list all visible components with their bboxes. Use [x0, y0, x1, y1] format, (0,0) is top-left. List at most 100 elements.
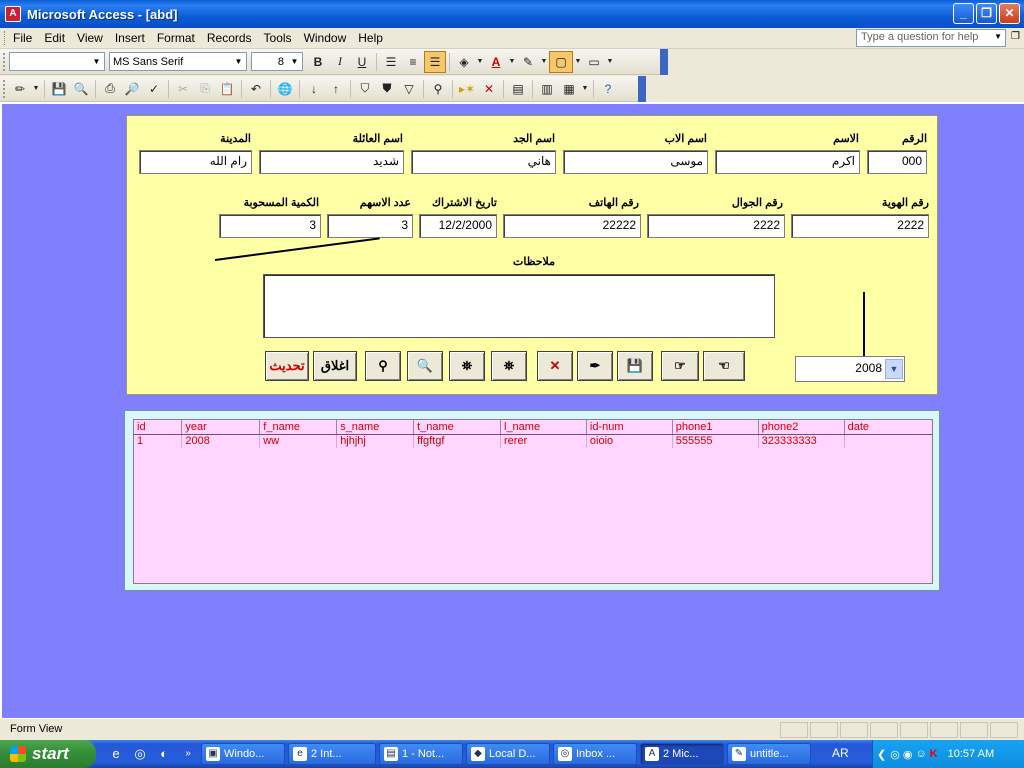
column-header[interactable]: l_name: [500, 420, 587, 435]
chevron-down-icon[interactable]: ▼: [475, 51, 485, 73]
menu-window[interactable]: Window: [298, 31, 353, 45]
menu-insert[interactable]: Insert: [109, 31, 151, 45]
italic-button[interactable]: I: [329, 51, 351, 73]
close-button[interactable]: ✕: [999, 3, 1020, 24]
records-datasheet[interactable]: id year f_name s_name t_name l_name id-n…: [133, 419, 933, 584]
preview-button[interactable]: 🔍: [407, 351, 443, 381]
font-color-icon[interactable]: A: [485, 51, 507, 73]
table-cell[interactable]: 555555: [672, 434, 759, 448]
table-cell[interactable]: [844, 434, 932, 448]
border-icon[interactable]: ▢: [549, 50, 573, 73]
copy-icon[interactable]: ⎘: [194, 78, 216, 100]
save-record-button[interactable]: 💾: [617, 351, 653, 381]
help-icon[interactable]: ?: [597, 78, 619, 100]
column-header[interactable]: date: [844, 420, 932, 435]
subscription-date-field[interactable]: 12/2/2000: [419, 214, 497, 238]
year-combo[interactable]: 2008 ▼: [795, 356, 905, 382]
sort-descending-icon[interactable]: ↑: [325, 78, 347, 100]
task-windows[interactable]: ▣ Windo...: [201, 743, 285, 765]
clock[interactable]: 10:57 AM: [948, 748, 994, 760]
font-size-combo[interactable]: 8 ▼: [251, 52, 303, 71]
city-field[interactable]: رام الله: [139, 150, 252, 174]
table-cell[interactable]: 2008: [181, 434, 261, 448]
tray-collapse-icon[interactable]: ❮: [877, 748, 886, 761]
paste-icon[interactable]: 📋: [216, 78, 238, 100]
align-center-icon[interactable]: ≡: [402, 51, 424, 73]
tray-antivirus-icon[interactable]: K: [930, 748, 938, 760]
find-next-button[interactable]: ⛯: [491, 351, 527, 381]
line-width-icon[interactable]: ▭: [583, 51, 605, 73]
father-name-field[interactable]: موسى: [563, 150, 708, 174]
chevron-down-icon[interactable]: ▼: [539, 51, 549, 73]
apply-filter-icon[interactable]: ▽: [398, 78, 420, 100]
minimize-button[interactable]: _: [953, 3, 974, 24]
font-name-combo[interactable]: MS Sans Serif ▼: [109, 52, 247, 71]
properties-icon[interactable]: ▤: [507, 78, 529, 100]
quicklaunch-more-icon[interactable]: »: [178, 744, 198, 764]
find-icon[interactable]: ⚲: [427, 78, 449, 100]
chevron-down-icon[interactable]: ▼: [90, 54, 103, 69]
table-cell[interactable]: 1: [134, 434, 183, 448]
chevron-down-icon[interactable]: ▼: [580, 78, 590, 100]
help-dropdown-icon[interactable]: ▼: [994, 32, 1002, 41]
table-cell[interactable]: hjhjhj: [336, 434, 415, 448]
notes-field[interactable]: [263, 274, 775, 338]
task-microsoft-access[interactable]: A 2 Mic...: [640, 743, 724, 765]
table-cell[interactable]: ffgftgf: [413, 434, 501, 448]
column-header[interactable]: id: [134, 420, 183, 435]
save-icon[interactable]: 💾: [48, 78, 70, 100]
table-cell[interactable]: 323333333: [758, 434, 845, 448]
grandfather-name-field[interactable]: هاني: [411, 150, 556, 174]
phone-field[interactable]: 22222: [503, 214, 641, 238]
toolbar-grip[interactable]: [3, 79, 6, 98]
next-record-button[interactable]: ☞: [661, 351, 699, 381]
menu-help[interactable]: Help: [352, 31, 389, 45]
tray-network-icon[interactable]: ◉: [903, 748, 913, 761]
delete-record-icon[interactable]: ✕: [478, 78, 500, 100]
align-right-icon[interactable]: ☰: [424, 50, 446, 73]
spelling-icon[interactable]: ✓: [143, 78, 165, 100]
task-inbox[interactable]: ◎ Inbox ...: [553, 743, 637, 765]
edit-button[interactable]: ✒: [577, 351, 613, 381]
chevron-down-icon[interactable]: ▼: [31, 78, 41, 100]
sort-ascending-icon[interactable]: ↓: [303, 78, 325, 100]
line-color-icon[interactable]: ✎: [517, 51, 539, 73]
tray-clock-icon[interactable]: ◎: [890, 748, 900, 761]
menu-view[interactable]: View: [71, 31, 109, 45]
align-left-icon[interactable]: ☰: [380, 51, 402, 73]
close-form-button[interactable]: اغلاق: [313, 351, 357, 381]
database-window-icon[interactable]: ▥: [536, 78, 558, 100]
update-button[interactable]: تحديث: [265, 351, 309, 381]
filter-by-form-icon[interactable]: ⛊: [376, 78, 398, 100]
maximize-button[interactable]: ❐: [976, 3, 997, 24]
name-field[interactable]: اكرم: [715, 150, 860, 174]
undo-icon[interactable]: ↶: [245, 78, 267, 100]
column-header[interactable]: year: [181, 420, 261, 435]
toolbar-options-icon[interactable]: [638, 75, 646, 102]
menu-tools[interactable]: Tools: [258, 31, 298, 45]
bold-button[interactable]: B: [307, 51, 329, 73]
task-internet[interactable]: e 2 Int...: [288, 743, 376, 765]
underline-button[interactable]: U: [351, 51, 373, 73]
num-field[interactable]: 000: [867, 150, 927, 174]
table-cell[interactable]: oioio: [586, 434, 673, 448]
task-untitled[interactable]: ✎ untitle...: [727, 743, 811, 765]
menu-format[interactable]: Format: [151, 31, 201, 45]
id-number-field[interactable]: 2222: [791, 214, 929, 238]
delete-button[interactable]: ✕: [537, 351, 573, 381]
column-header[interactable]: phone2: [758, 420, 845, 435]
chevron-down-icon[interactable]: ▼: [232, 54, 245, 69]
column-header[interactable]: f_name: [259, 420, 338, 435]
column-header[interactable]: t_name: [413, 420, 501, 435]
internet-explorer-icon[interactable]: e: [106, 744, 126, 764]
print-preview-icon[interactable]: 🔎: [121, 78, 143, 100]
chevron-down-icon[interactable]: ▼: [885, 359, 903, 379]
family-name-field[interactable]: شديد: [259, 150, 404, 174]
find-button[interactable]: ⛯: [449, 351, 485, 381]
chevron-down-icon[interactable]: ▼: [507, 51, 517, 73]
object-combo[interactable]: ▼: [9, 52, 105, 71]
restore-document-icon[interactable]: ❐: [1011, 31, 1020, 42]
column-header[interactable]: phone1: [672, 420, 759, 435]
start-button[interactable]: start: [0, 740, 96, 768]
table-row[interactable]: 1 2008 ww hjhjhj ffgftgf rerer oioio 555…: [134, 434, 932, 448]
